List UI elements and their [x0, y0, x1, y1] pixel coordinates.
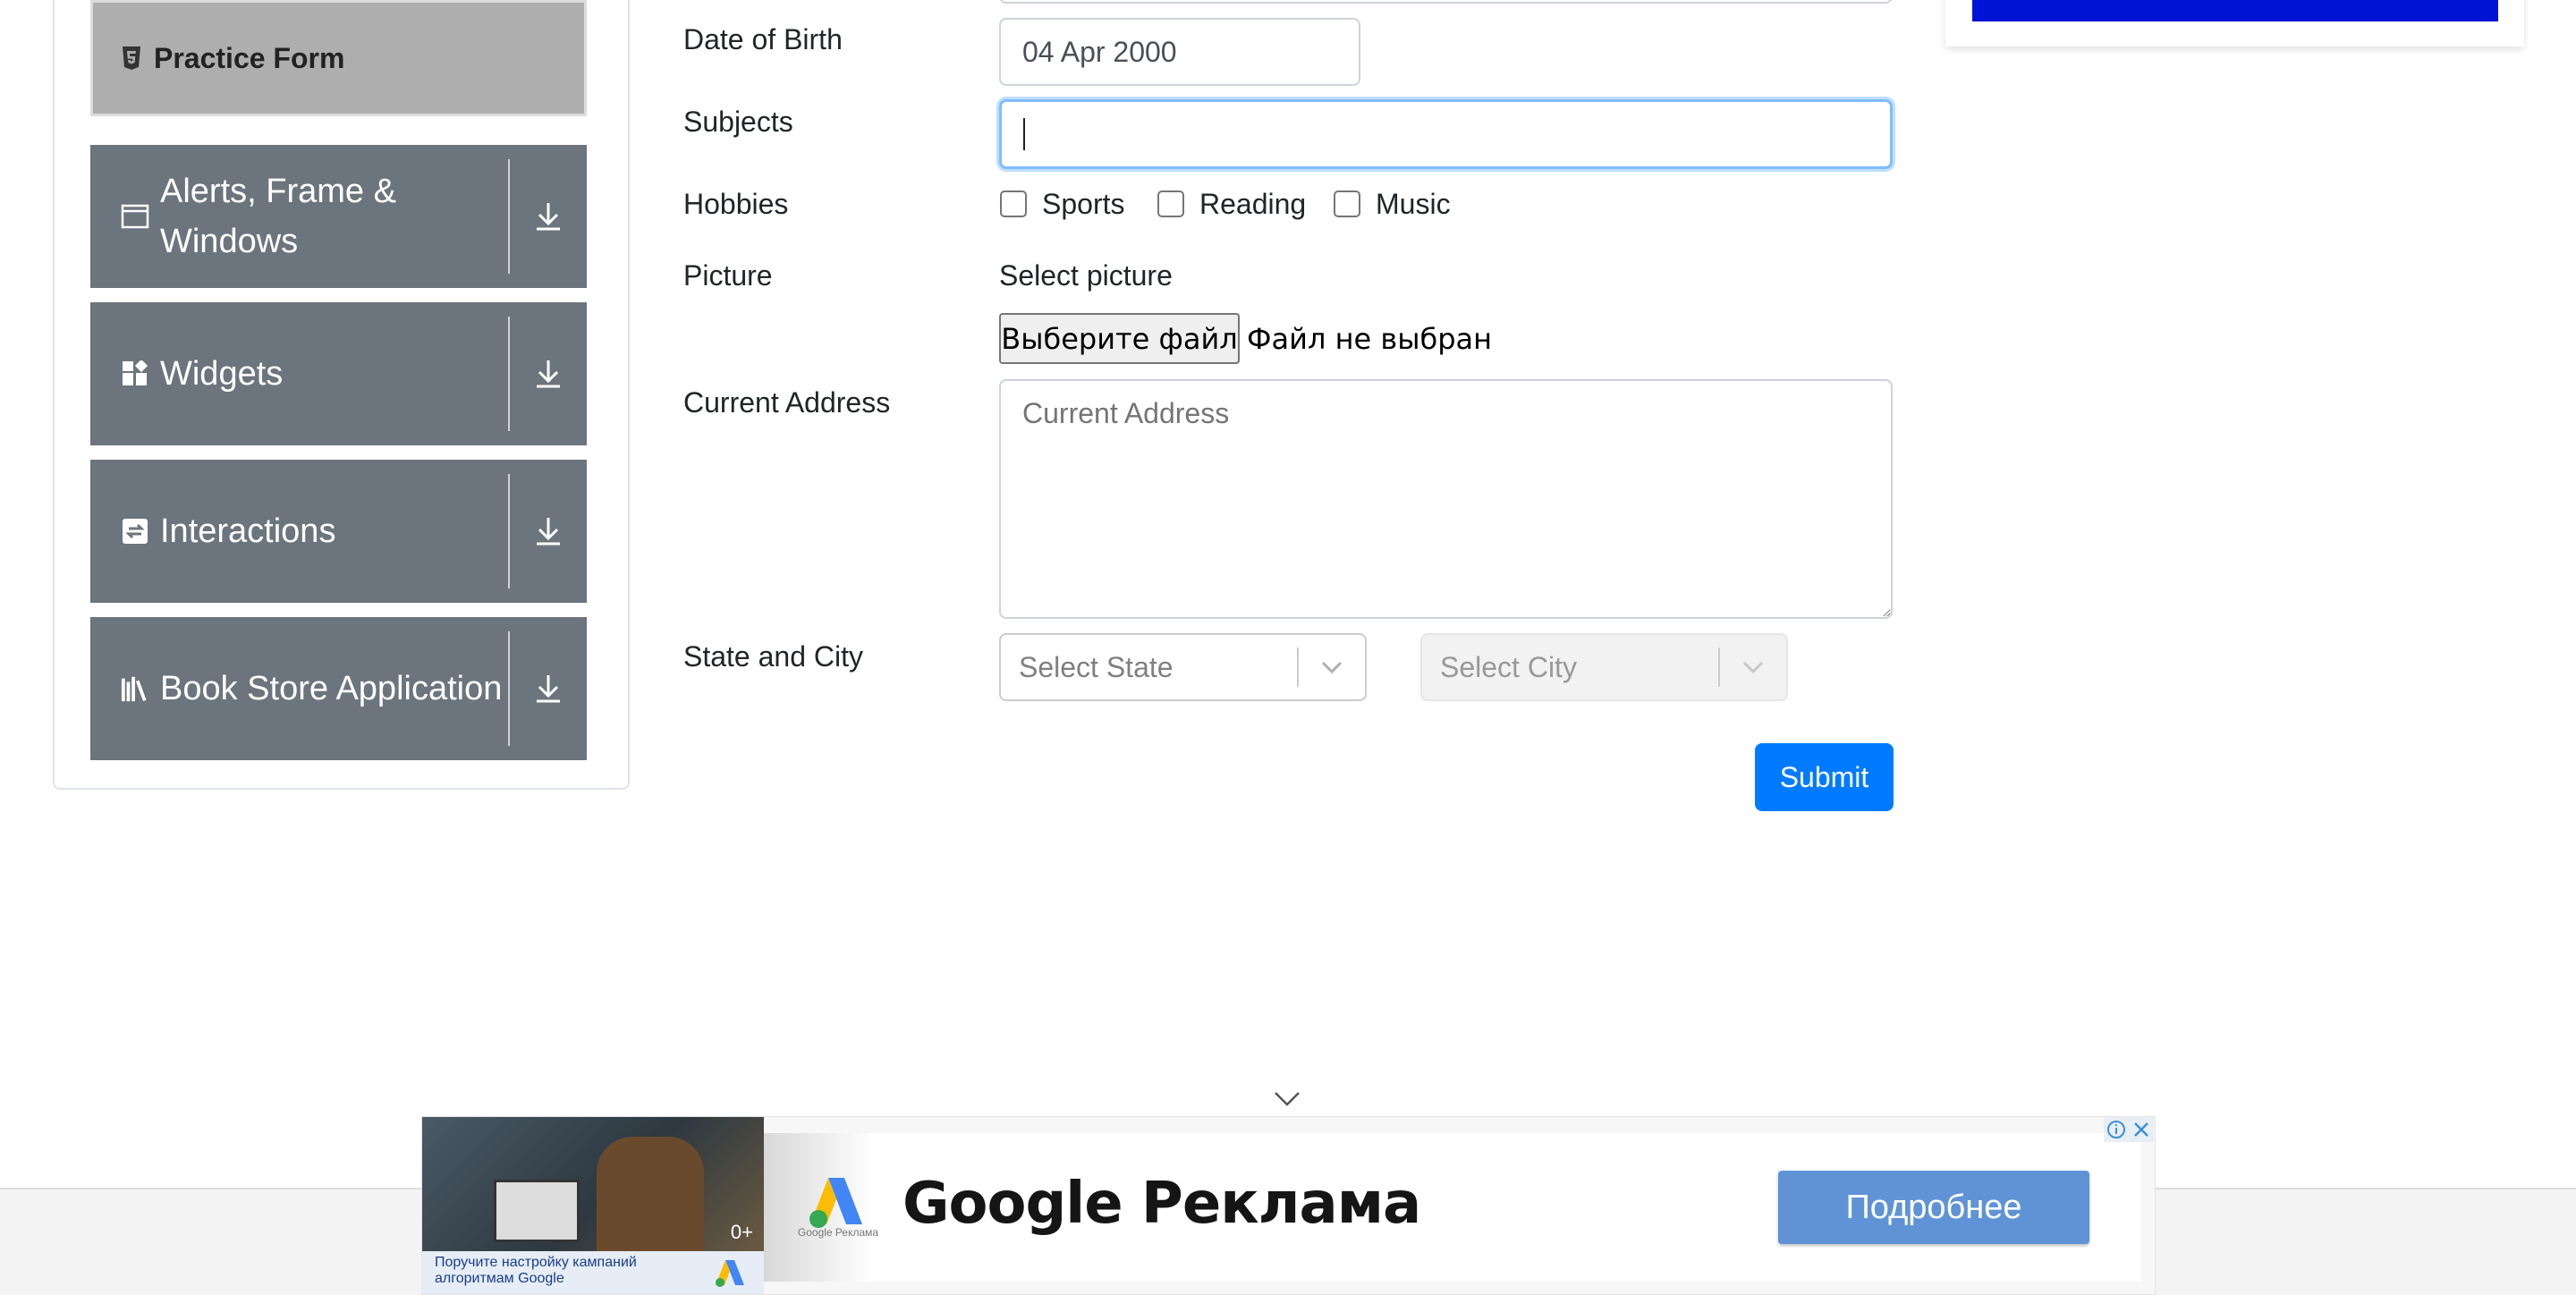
- window-icon: [121, 204, 149, 229]
- laptop-illustration: [494, 1180, 580, 1242]
- previous-field[interactable]: [999, 0, 1893, 4]
- sidebar-group-widgets[interactable]: Widgets: [90, 302, 587, 445]
- close-icon[interactable]: [2129, 1117, 2154, 1142]
- right-ad-banner[interactable]: [1972, 0, 2498, 21]
- submit-button[interactable]: Submit: [1755, 743, 1894, 811]
- subjects-label: Subjects: [683, 106, 793, 138]
- dob-input[interactable]: 04 Apr 2000: [999, 18, 1360, 86]
- hobby-sports-label[interactable]: Sports: [1042, 188, 1124, 221]
- state-city-label: State and City: [683, 640, 863, 673]
- subjects-input[interactable]: [999, 99, 1893, 169]
- sidebar-group-interactions[interactable]: Interactions: [90, 460, 587, 603]
- current-address-textarea[interactable]: [999, 379, 1893, 619]
- chevron-down-icon[interactable]: [1720, 661, 1786, 673]
- hobby-reading-checkbox[interactable]: [1157, 190, 1184, 217]
- books-icon: [121, 674, 149, 703]
- google-ads-logo-icon: [716, 1260, 744, 1287]
- sidebar-group-label-line2: Windows: [160, 223, 299, 260]
- download-icon[interactable]: [510, 145, 587, 288]
- bottom-ad-banner[interactable]: 0+ Поручите настройку кампаний алгоритма…: [421, 1116, 2156, 1295]
- ad-title[interactable]: Google Реклама: [902, 1171, 1421, 1237]
- sidebar-group-label: Book Store Application: [160, 670, 503, 707]
- ad-cta-button[interactable]: Подробнее: [1778, 1171, 2089, 1244]
- sidebar-group-label: Alerts, Frame &: [160, 173, 396, 210]
- ad-photo[interactable]: 0+: [422, 1117, 764, 1251]
- sidebar-group-label: Interactions: [160, 512, 336, 550]
- sidebar-item-label: Practice Form: [154, 41, 345, 74]
- state-placeholder: Select State: [1019, 650, 1174, 683]
- interactions-icon: [121, 518, 149, 545]
- text-caret: [1023, 118, 1025, 150]
- hobbies-label: Hobbies: [683, 188, 789, 220]
- hobby-music-checkbox[interactable]: [1334, 190, 1360, 217]
- hobby-reading-label[interactable]: Reading: [1199, 188, 1306, 221]
- ad-caption-bar[interactable]: Поручите настройку кампаний алгоритмам G…: [422, 1251, 764, 1294]
- download-icon[interactable]: [510, 460, 587, 603]
- dob-label: Date of Birth: [683, 23, 843, 55]
- current-address-label: Current Address: [683, 386, 891, 419]
- hobby-music-label[interactable]: Music: [1376, 188, 1451, 221]
- choose-file-button[interactable]: Выберите файл: [999, 313, 1240, 364]
- city-placeholder: Select City: [1440, 650, 1577, 683]
- sidebar-item-practice-form[interactable]: Practice Form: [90, 0, 587, 116]
- dob-value: 04 Apr 2000: [1022, 35, 1177, 68]
- download-icon[interactable]: [510, 302, 587, 445]
- picture-caption: Select picture: [999, 259, 1173, 292]
- sidebar-group-label: Widgets: [160, 355, 284, 393]
- html5-icon: [123, 47, 140, 70]
- ad-logo-caption: Google Реклама: [797, 1226, 879, 1239]
- sidebar-group-book-store[interactable]: Book Store Application: [90, 617, 587, 760]
- chevron-down-icon[interactable]: [1274, 1088, 1301, 1109]
- widgets-icon: [121, 360, 149, 387]
- chevron-down-icon[interactable]: [1299, 661, 1365, 673]
- file-status: Файл не выбран: [1247, 322, 1493, 356]
- hobby-sports-checkbox[interactable]: [1000, 190, 1027, 217]
- ad-caption: Поручите настройку кампаний алгоритмам G…: [435, 1255, 637, 1286]
- ad-info-icon[interactable]: [2104, 1117, 2129, 1142]
- age-rating-badge: 0+: [730, 1221, 753, 1243]
- person-illustration: [597, 1137, 704, 1251]
- ad-controls[interactable]: [2104, 1117, 2154, 1142]
- state-select[interactable]: Select State: [999, 633, 1367, 701]
- picture-label: Picture: [683, 259, 773, 292]
- download-icon[interactable]: [510, 617, 587, 760]
- city-select[interactable]: Select City: [1420, 633, 1788, 701]
- sidebar-group-alerts[interactable]: Alerts, Frame & Windows: [90, 145, 587, 288]
